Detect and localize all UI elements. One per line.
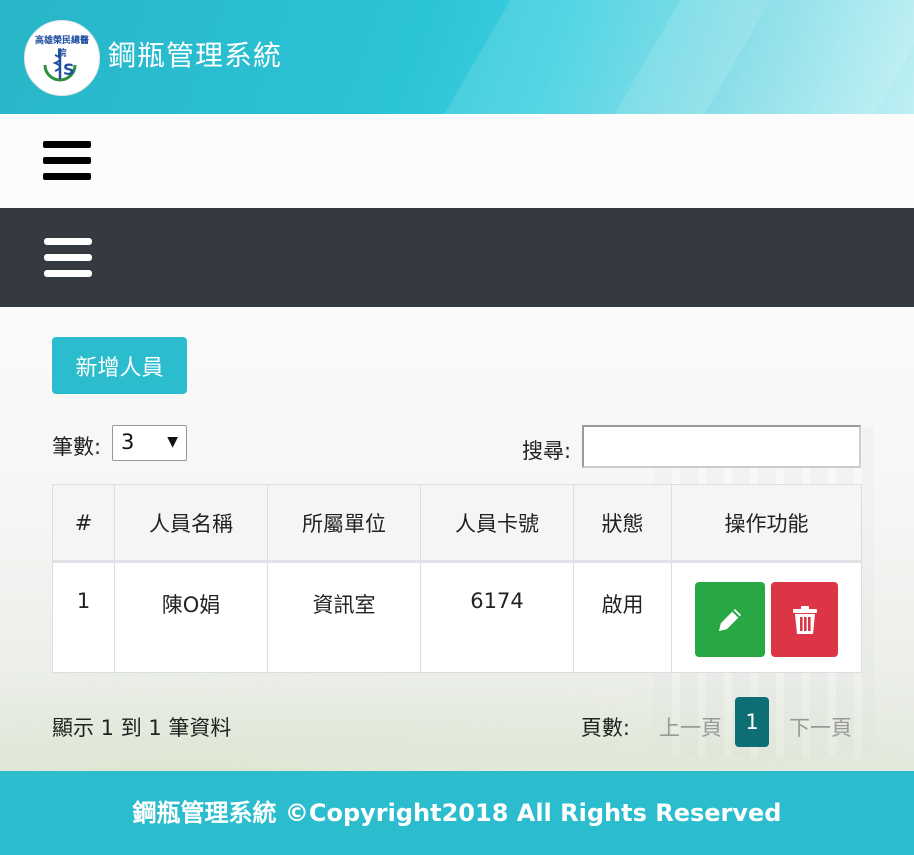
search-label: 搜尋: [522,439,572,463]
table-header-row: # 人員名稱 所屬單位 人員卡號 狀態 操作功能 [52,484,862,563]
previous-page-button[interactable]: 上一頁 [659,712,722,742]
page-length-label: 筆數: [52,435,102,459]
column-header-number[interactable]: # [52,484,115,563]
app-header: 高雄榮民總醫院 S 鋼瓶管理系統 [0,0,914,114]
column-header-name[interactable]: 人員名稱 [114,484,268,563]
table-info: 顯示 1 到 1 筆資料 [52,716,232,740]
pencil-icon [719,608,741,631]
search-input[interactable] [582,425,861,468]
column-header-actions: 操作功能 [671,484,862,563]
logo-emblem-icon: S [43,49,77,82]
hamburger-icon [43,141,91,148]
column-header-card[interactable]: 人員卡號 [420,484,574,563]
chevron-down-icon: ▼ [167,434,178,450]
next-page-button[interactable]: 下一頁 [789,712,852,742]
hamburger-icon [44,238,92,245]
top-menu-bar [0,114,914,208]
table-row: 1 陳O娟 資訊室 6174 啟用 [52,561,862,673]
footer: 鋼瓶管理系統 ©Copyright2018 All Rights Reserve… [0,771,914,855]
cell-card: 6174 [420,561,574,673]
page-1-button[interactable]: 1 [735,697,769,747]
trash-icon [792,605,817,634]
pagination-label: 頁數: [580,716,630,740]
cell-name: 陳O娟 [114,561,268,673]
personnel-table: # 人員名稱 所屬單位 人員卡號 狀態 操作功能 1 陳O娟 資訊室 6174 … [52,484,862,673]
column-header-unit[interactable]: 所屬單位 [267,484,421,563]
dark-nav-bar [0,208,914,307]
cell-status: 啟用 [573,561,672,673]
app-title: 鋼瓶管理系統 [108,39,283,72]
edit-button[interactable] [695,582,765,657]
hospital-logo: 高雄榮民總醫院 S [24,20,100,96]
sidebar-toggle-button[interactable] [44,238,92,286]
column-header-status[interactable]: 狀態 [573,484,672,563]
delete-button[interactable] [771,582,838,657]
cell-actions [671,561,862,673]
svg-text:S: S [63,60,75,79]
cell-unit: 資訊室 [267,561,421,673]
pagination: 頁數: 上一頁 1 下一頁 [552,697,852,747]
add-person-button[interactable]: 新增人員 [52,337,187,394]
menu-toggle-button[interactable] [43,141,91,189]
page-length-select[interactable]: 3 ▼ [112,425,187,461]
page-length-value: 3 [121,430,135,454]
cell-number: 1 [52,561,115,673]
